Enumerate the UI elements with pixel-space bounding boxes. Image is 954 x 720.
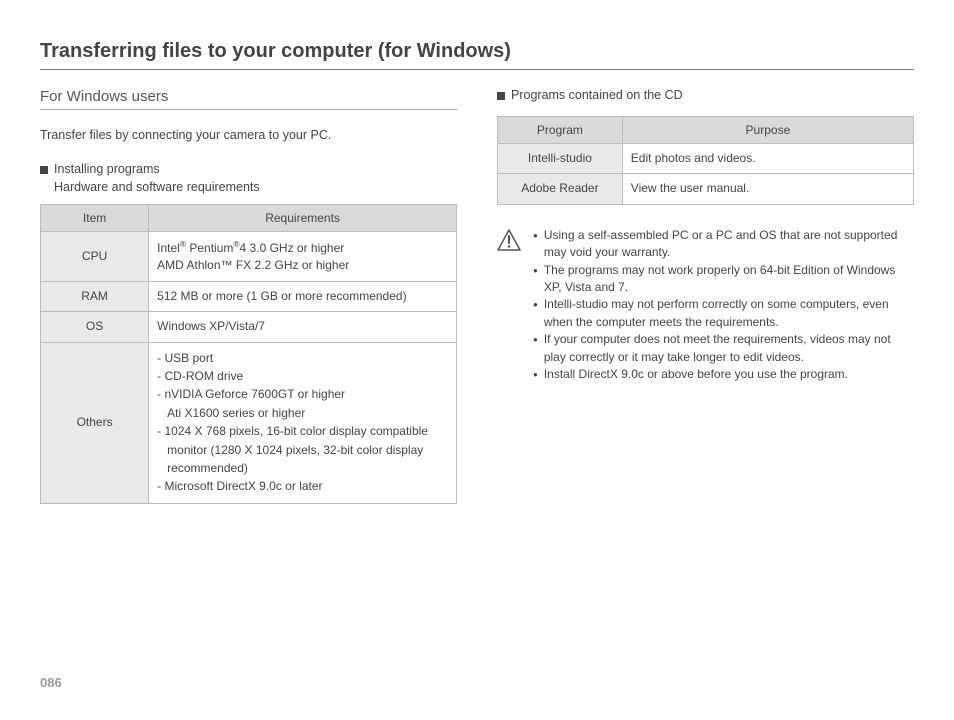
cell-label-adobe: Adobe Reader <box>498 174 623 204</box>
page-number: 086 <box>40 675 62 690</box>
warning-icon <box>497 229 521 384</box>
list-item: Using a self-assembled PC or a PC and OS… <box>533 227 914 262</box>
right-column: Programs contained on the CD Program Pur… <box>497 88 914 504</box>
table-row: RAM 512 MB or more (1 GB or more recomme… <box>41 281 457 311</box>
programs-table: Program Purpose Intelli-studio Edit phot… <box>497 116 914 205</box>
cell-value-ram: 512 MB or more (1 GB or more recommended… <box>149 281 457 311</box>
subhead-programs-label: Programs contained on the CD <box>511 88 683 102</box>
cell-label-ram: RAM <box>41 281 149 311</box>
th-item: Item <box>41 205 149 232</box>
th-program: Program <box>498 117 623 144</box>
th-requirements: Requirements <box>149 205 457 232</box>
table-header-row: Item Requirements <box>41 205 457 232</box>
cell-value-others: - USB port - CD-ROM drive - nVIDIA Gefor… <box>149 342 457 503</box>
square-bullet-icon <box>40 166 48 174</box>
section-heading-windows-users: For Windows users <box>40 88 457 110</box>
subhead-caption: Hardware and software requirements <box>54 180 457 194</box>
page-title: Transferring files to your computer (for… <box>40 40 914 70</box>
table-row: Intelli-studio Edit photos and videos. <box>498 144 914 174</box>
table-row: Adobe Reader View the user manual. <box>498 174 914 204</box>
table-header-row: Program Purpose <box>498 117 914 144</box>
intro-text: Transfer files by connecting your camera… <box>40 128 457 142</box>
table-row: Others - USB port - CD-ROM drive - nVIDI… <box>41 342 457 503</box>
subhead-installing-label: Installing programs <box>54 162 160 176</box>
cell-label-others: Others <box>41 342 149 503</box>
cell-label-os: OS <box>41 312 149 342</box>
cell-value-cpu: Intel® Pentium®4 3.0 GHz or higher AMD A… <box>149 232 457 282</box>
warning-block: Using a self-assembled PC or a PC and OS… <box>497 227 914 384</box>
square-bullet-icon <box>497 92 505 100</box>
cell-value-adobe: View the user manual. <box>622 174 913 204</box>
list-item: Install DirectX 9.0c or above before you… <box>533 366 914 383</box>
content-columns: For Windows users Transfer files by conn… <box>40 88 914 504</box>
cell-label-intelli: Intelli-studio <box>498 144 623 174</box>
cell-label-cpu: CPU <box>41 232 149 282</box>
cell-value-intelli: Edit photos and videos. <box>622 144 913 174</box>
requirements-table: Item Requirements CPU Intel® Pentium®4 3… <box>40 204 457 504</box>
warning-list: Using a self-assembled PC or a PC and OS… <box>533 227 914 384</box>
list-item: Intelli-studio may not perform correctly… <box>533 296 914 331</box>
left-column: For Windows users Transfer files by conn… <box>40 88 457 504</box>
table-row: OS Windows XP/Vista/7 <box>41 312 457 342</box>
list-item: If your computer does not meet the requi… <box>533 331 914 366</box>
subhead-programs-cd: Programs contained on the CD <box>497 88 914 102</box>
subhead-installing: Installing programs <box>40 162 457 176</box>
list-item: The programs may not work properly on 64… <box>533 262 914 297</box>
cell-value-os: Windows XP/Vista/7 <box>149 312 457 342</box>
table-row: CPU Intel® Pentium®4 3.0 GHz or higher A… <box>41 232 457 282</box>
th-purpose: Purpose <box>622 117 913 144</box>
